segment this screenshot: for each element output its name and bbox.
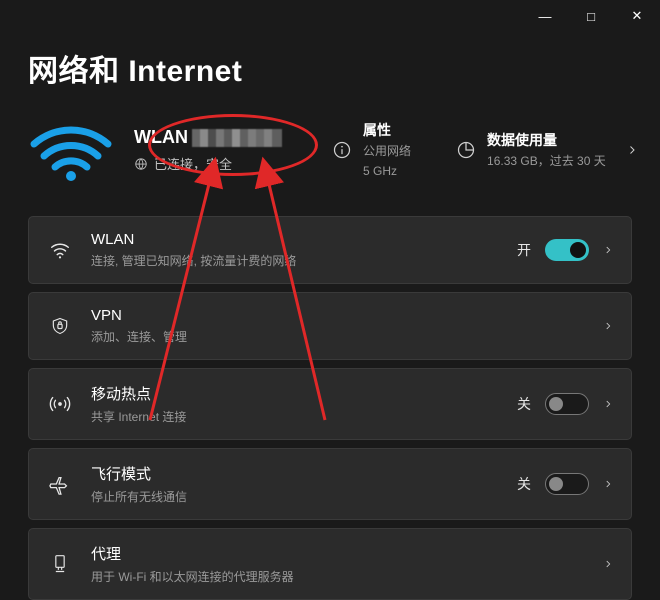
properties-block[interactable]: 属性 公用网络 5 GHz [331,120,411,179]
wifi-small-icon [47,239,73,261]
item-title: 飞行模式 [91,463,187,484]
data-usage-icon [455,139,477,161]
wifi-icon [28,118,114,182]
connection-status: 已连接，安全 [154,154,232,173]
item-title: 移动热点 [91,383,186,404]
shield-icon [47,315,73,337]
chevron-right-icon[interactable] [626,144,638,156]
data-usage-block[interactable]: 数据使用量 16.33 GB，过去 30 天 [455,130,606,170]
close-button[interactable]: ✕ [614,0,660,32]
airplane-icon [47,473,73,495]
data-usage-sub: 16.33 GB，过去 30 天 [487,154,606,170]
page-title: 网络和 Internet [28,46,632,90]
toggle-state: 关 [517,474,531,494]
chevron-right-icon[interactable] [603,559,613,569]
chevron-right-icon[interactable] [603,245,613,255]
globe-icon [134,157,148,171]
properties-sub2: 5 GHz [363,164,411,180]
window-titlebar: — □ ✕ [522,0,660,32]
chevron-right-icon[interactable] [603,321,613,331]
chevron-right-icon[interactable] [603,399,613,409]
item-sub: 添加、连接、管理 [91,328,187,345]
ssid-redacted [192,129,282,147]
minimize-button[interactable]: — [522,0,568,32]
item-sub: 连接, 管理已知网络, 按流量计费的网络 [91,252,296,269]
wlan-toggle[interactable] [545,239,589,261]
item-sub: 共享 Internet 连接 [91,408,186,425]
item-sub: 停止所有无线通信 [91,488,187,505]
properties-sub1: 公用网络 [363,144,411,160]
airplane-card[interactable]: 飞行模式 停止所有无线通信 关 [28,448,632,520]
item-sub: 用于 Wi-Fi 和以太网连接的代理服务器 [91,568,294,585]
toggle-state: 关 [517,394,531,414]
maximize-button[interactable]: □ [568,0,614,32]
ssid-prefix: WLAN [134,127,188,148]
item-title: WLAN [91,231,296,248]
network-hero: WLAN 已连接，安全 属性 公用网络 5 GHz [28,118,632,182]
toggle-state: 开 [517,240,531,260]
proxy-card[interactable]: 代理 用于 Wi-Fi 和以太网连接的代理服务器 [28,528,632,600]
hotspot-icon [47,393,73,415]
hotspot-toggle[interactable] [545,393,589,415]
data-usage-title: 数据使用量 [487,130,606,150]
info-icon [331,139,353,161]
hotspot-card[interactable]: 移动热点 共享 Internet 连接 关 [28,368,632,440]
vpn-card[interactable]: VPN 添加、连接、管理 [28,292,632,360]
airplane-toggle[interactable] [545,473,589,495]
proxy-icon [47,553,73,575]
chevron-right-icon[interactable] [603,479,613,489]
properties-title: 属性 [363,120,411,140]
current-network[interactable]: WLAN 已连接，安全 [134,127,299,173]
wlan-card[interactable]: WLAN 连接, 管理已知网络, 按流量计费的网络 开 [28,216,632,284]
settings-list: WLAN 连接, 管理已知网络, 按流量计费的网络 开 VPN 添加、连接、管理 [28,216,632,600]
item-title: 代理 [91,543,294,564]
item-title: VPN [91,307,187,324]
